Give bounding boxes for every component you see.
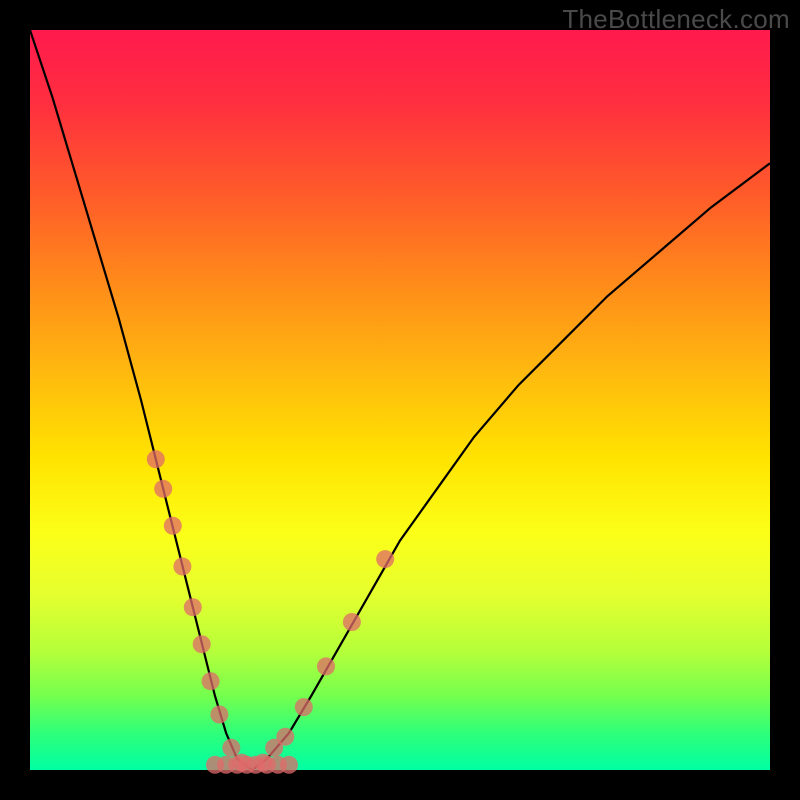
data-marker: [164, 517, 182, 535]
bottom-markers: [206, 756, 298, 774]
data-marker: [280, 756, 298, 774]
data-marker: [222, 739, 240, 757]
plot-area: [30, 30, 770, 770]
chart-frame: TheBottleneck.com: [0, 0, 800, 800]
data-marker: [147, 450, 165, 468]
data-marker: [210, 706, 228, 724]
data-marker: [343, 613, 361, 631]
chart-svg: [30, 30, 770, 770]
data-marker: [317, 657, 335, 675]
bottleneck-curve: [30, 30, 770, 770]
data-marker: [295, 698, 313, 716]
data-marker: [193, 635, 211, 653]
data-marker: [173, 558, 191, 576]
data-marker: [154, 480, 172, 498]
data-marker: [276, 728, 294, 746]
data-marker: [184, 598, 202, 616]
data-marker: [376, 550, 394, 568]
left-branch-markers: [147, 450, 251, 771]
right-branch-markers: [254, 550, 394, 772]
data-marker: [202, 672, 220, 690]
watermark-text: TheBottleneck.com: [562, 4, 790, 35]
